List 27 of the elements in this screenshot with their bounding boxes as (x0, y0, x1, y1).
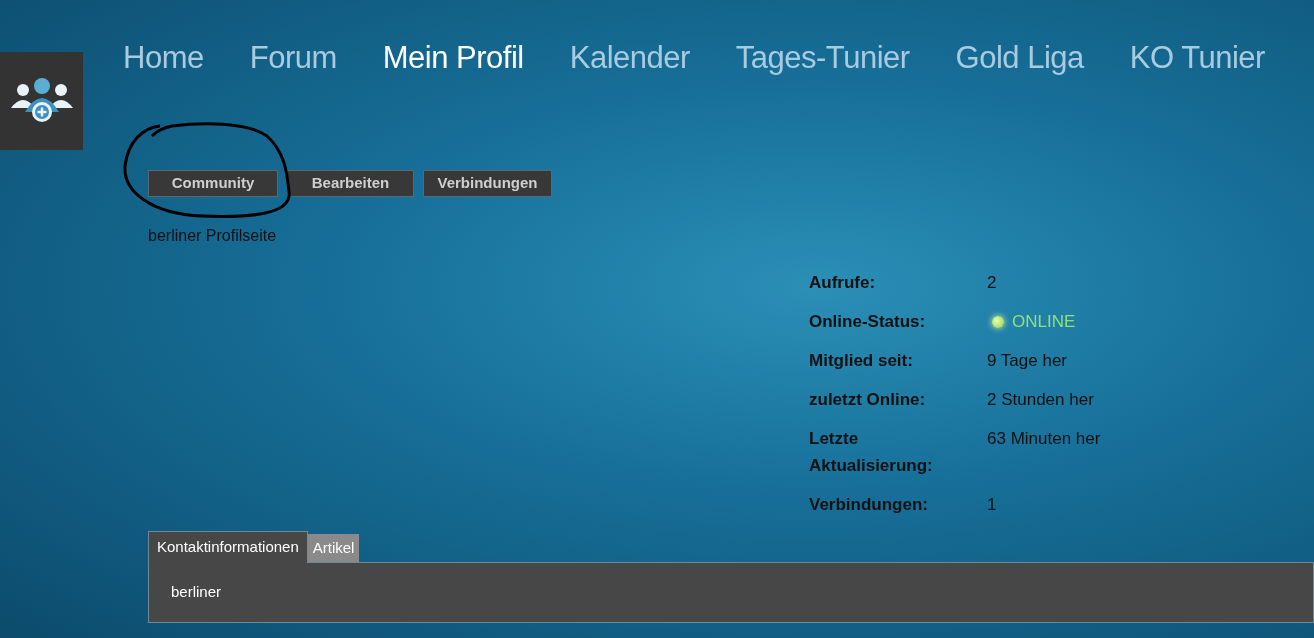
stat-value: 9 Tage her (987, 350, 1069, 372)
page-title: berliner Profilseite (148, 228, 278, 244)
tab[interactable]: Kontaktinformationen (148, 531, 308, 563)
profile-button[interactable]: Verbindungen (423, 170, 552, 197)
profile-button[interactable]: Community (148, 170, 278, 197)
contact-name: berliner (171, 582, 222, 603)
users-plus-icon (10, 78, 73, 124)
profile-button[interactable]: Bearbeiten (287, 170, 414, 197)
stat-label: zuletzt Online: (809, 389, 927, 411)
stat-label: Letzte Aktualisierung: (809, 428, 934, 477)
stat-label: Aufrufe: (809, 272, 877, 294)
stat-value: 2 (987, 272, 998, 294)
stat-label: Verbindungen: (809, 494, 929, 516)
nav-link[interactable]: Tages-Tunier (735, 36, 910, 80)
nav-link[interactable]: Forum (249, 36, 337, 80)
stat-value: 1 (987, 494, 998, 516)
stat-value: 63 Minuten her (987, 428, 1102, 450)
nav-link[interactable]: Kalender (569, 36, 690, 80)
logo-tile[interactable] (0, 52, 83, 150)
stat-label: Mitglied seit: (809, 350, 914, 372)
stat-value: 2 Stunden her (987, 389, 1095, 411)
nav-link[interactable]: KO Tunier (1129, 36, 1265, 80)
nav-link[interactable]: Mein Profil (382, 36, 524, 80)
stat-value: ONLINE (1012, 311, 1076, 333)
stat-label: Online-Status: (809, 311, 927, 333)
nav-link[interactable]: Gold Liga (955, 36, 1084, 80)
nav-link[interactable]: Home (123, 36, 204, 80)
